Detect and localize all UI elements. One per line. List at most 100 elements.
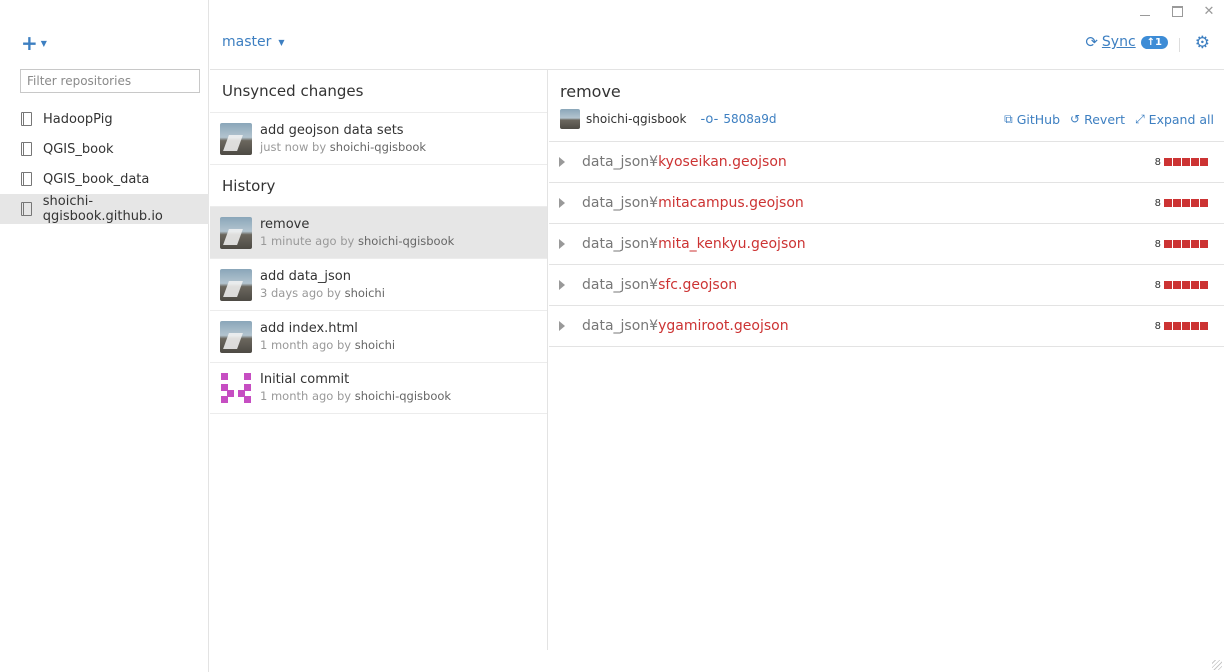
minimize-button[interactable] bbox=[1138, 4, 1152, 18]
expand-triangle-icon[interactable] bbox=[559, 280, 565, 290]
commit-message: Initial commit bbox=[260, 372, 350, 387]
repository-sidebar: + ▼ HadoopPig QGIS_book QGIS_book_data s… bbox=[0, 0, 209, 672]
deletion-blocks bbox=[1164, 240, 1208, 248]
changed-file-row[interactable]: data_json¥sfc.geojson 8 bbox=[549, 265, 1224, 306]
repository-item[interactable]: HadoopPig bbox=[0, 104, 209, 134]
changed-file-row[interactable]: data_json¥mitacampus.geojson 8 bbox=[549, 183, 1224, 224]
commit-meta: 1 month ago by shoichi bbox=[260, 337, 395, 354]
commit-meta: 1 minute ago by shoichi-qgisbook bbox=[260, 233, 454, 250]
identicon-cell bbox=[244, 384, 251, 391]
diff-stat: 8 bbox=[1155, 321, 1208, 332]
gear-icon[interactable]: ⚙ bbox=[1195, 33, 1210, 53]
commit-time: 1 minute ago bbox=[260, 233, 337, 248]
expand-all-button[interactable]: ⤢ Expand all bbox=[1135, 112, 1214, 127]
commit-message: add index.html bbox=[260, 320, 358, 336]
commit-message: add geojson data sets bbox=[260, 122, 404, 138]
sync-icon: ⟳ bbox=[1085, 33, 1098, 51]
revert-icon: ↺ bbox=[1070, 112, 1081, 126]
plus-icon: + bbox=[21, 31, 38, 55]
revert-button[interactable]: ↺ Revert bbox=[1070, 112, 1125, 127]
repository-item-selected[interactable]: shoichi-qgisbook.github.io bbox=[0, 194, 209, 224]
avatar bbox=[560, 109, 580, 129]
deletion-blocks bbox=[1164, 281, 1208, 289]
commit-author: shoichi-qgisbook bbox=[354, 389, 452, 403]
diff-stat: 8 bbox=[1155, 157, 1208, 168]
file-path: data_json¥mita_kenkyu.geojson bbox=[582, 236, 806, 252]
identicon-cell bbox=[227, 390, 234, 397]
commit-message: add data_json bbox=[260, 268, 351, 284]
expand-triangle-icon[interactable] bbox=[559, 239, 565, 249]
diff-stat: 8 bbox=[1155, 280, 1208, 291]
repository-name: shoichi-qgisbook.github.io bbox=[42, 194, 163, 224]
commit-icon: -o- bbox=[700, 111, 719, 127]
sync-label: Sync bbox=[1101, 34, 1136, 50]
identicon-cell bbox=[221, 396, 228, 403]
filter-repositories-input[interactable] bbox=[20, 69, 200, 93]
branch-selector[interactable]: master ▼ bbox=[222, 34, 285, 50]
commit-sha-link[interactable]: 5808a9d bbox=[723, 112, 776, 126]
repository-list: HadoopPig QGIS_book QGIS_book_data shoic… bbox=[0, 104, 209, 224]
file-dir: data_json¥ bbox=[582, 236, 659, 252]
close-button[interactable]: ✕ bbox=[1202, 4, 1216, 19]
file-path: data_json¥ygamiroot.geojson bbox=[582, 318, 789, 334]
commit-by: by bbox=[337, 337, 352, 352]
identicon-cell bbox=[244, 396, 251, 403]
commit-actions: ⧉ GitHub ↺ Revert ⤢ Expand all bbox=[1004, 112, 1214, 127]
file-dir: data_json¥ bbox=[582, 277, 659, 293]
file-dir: data_json¥ bbox=[582, 154, 659, 170]
history-commit-item[interactable]: add index.html 1 month ago by shoichi bbox=[210, 310, 547, 362]
history-commit-item-selected[interactable]: remove 1 minute ago by shoichi-qgisbook bbox=[210, 206, 547, 258]
maximize-button[interactable] bbox=[1170, 4, 1184, 18]
changed-file-row[interactable]: data_json¥mita_kenkyu.geojson 8 bbox=[549, 224, 1224, 265]
expand-triangle-icon[interactable] bbox=[559, 321, 565, 331]
diff-stat: 8 bbox=[1155, 239, 1208, 250]
changed-file-row[interactable]: data_json¥kyoseikan.geojson 8 bbox=[549, 142, 1224, 183]
avatar bbox=[220, 268, 252, 301]
file-path: data_json¥kyoseikan.geojson bbox=[582, 154, 787, 170]
deletion-count: 8 bbox=[1154, 238, 1161, 250]
branch-name: master bbox=[222, 34, 272, 50]
deletion-blocks bbox=[1164, 322, 1208, 330]
toolbar-divider bbox=[1179, 38, 1180, 52]
avatar bbox=[220, 216, 252, 249]
commit-by: by bbox=[312, 139, 327, 154]
deletion-count: 8 bbox=[1154, 279, 1161, 291]
identicon-cell bbox=[244, 373, 251, 380]
sync-button[interactable]: ⟳ Sync ↑1 bbox=[1085, 33, 1168, 51]
identicon-cell bbox=[221, 373, 228, 380]
commit-title: remove bbox=[560, 82, 621, 101]
resize-grip[interactable] bbox=[1212, 660, 1222, 670]
changed-files-list: data_json¥kyoseikan.geojson 8 data_json¥… bbox=[549, 141, 1224, 347]
commit-author: shoichi bbox=[354, 337, 396, 352]
commit-author: shoichi bbox=[344, 285, 385, 300]
repo-icon bbox=[21, 112, 32, 126]
repository-item[interactable]: QGIS_book_data bbox=[0, 164, 209, 194]
deletion-count: 8 bbox=[1154, 320, 1161, 332]
external-link-icon: ⧉ bbox=[1004, 111, 1013, 126]
deletion-blocks bbox=[1164, 158, 1208, 166]
unsynced-commit-item[interactable]: add geojson data sets just now by shoich… bbox=[210, 112, 547, 164]
history-commit-item[interactable]: Initial commit 1 month ago by shoichi-qg… bbox=[210, 362, 547, 414]
revert-label: Revert bbox=[1084, 111, 1126, 127]
sync-count-badge: ↑1 bbox=[1140, 35, 1168, 49]
repo-icon bbox=[21, 142, 32, 156]
commit-time: 1 month ago bbox=[260, 337, 334, 352]
changed-file-row[interactable]: data_json¥ygamiroot.geojson 8 bbox=[549, 306, 1224, 347]
commit-author: shoichi-qgisbook bbox=[329, 139, 427, 154]
expand-triangle-icon[interactable] bbox=[559, 198, 565, 208]
file-name: mitacampus.geojson bbox=[658, 195, 804, 211]
deletion-count: 8 bbox=[1154, 197, 1161, 209]
history-commit-item[interactable]: add data_json 3 days ago by shoichi bbox=[210, 258, 547, 310]
commit-time: 3 days ago bbox=[260, 285, 324, 300]
commit-by: by bbox=[340, 233, 355, 248]
expand-triangle-icon[interactable] bbox=[559, 157, 565, 167]
repository-item[interactable]: QGIS_book bbox=[0, 134, 209, 164]
open-on-github-button[interactable]: ⧉ GitHub bbox=[1004, 112, 1060, 127]
commit-meta: 1 month ago by shoichi-qgisbook bbox=[260, 388, 451, 405]
commit-by: by bbox=[337, 389, 352, 403]
avatar bbox=[220, 122, 252, 155]
unsynced-changes-heading: Unsynced changes bbox=[222, 82, 364, 100]
history-heading: History bbox=[210, 164, 547, 206]
repo-icon bbox=[21, 202, 32, 216]
add-repository-button[interactable]: + ▼ bbox=[21, 33, 47, 53]
